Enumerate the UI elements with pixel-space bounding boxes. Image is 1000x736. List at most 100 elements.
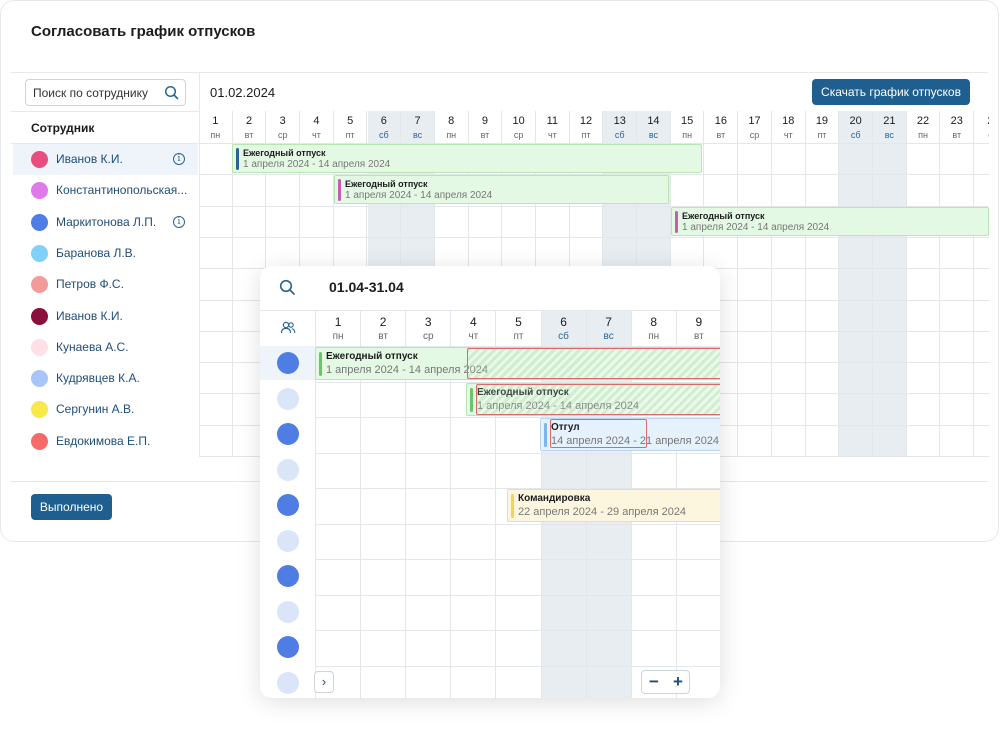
day-number: 11 <box>546 115 559 127</box>
weekday-label: пт <box>345 130 355 140</box>
day-number: 22 <box>916 115 930 127</box>
done-button[interactable]: Выполнено <box>31 494 112 520</box>
row-divider <box>315 523 720 525</box>
employee-name[interactable]: Евдокимова Е.П. <box>56 434 150 448</box>
employee-name[interactable]: Кунаева А.С. <box>56 340 129 354</box>
avatar <box>31 338 48 356</box>
weekday-label: чт <box>547 130 557 140</box>
employee-name[interactable]: Маркитонова Л.П. <box>56 215 156 229</box>
employee-name[interactable]: Кудрявцев К.А. <box>56 371 140 385</box>
vacation-bar[interactable]: Ежегодный отпуск 1 апреля 2024 - 14 апрел… <box>334 175 669 205</box>
bar-accent <box>319 352 322 376</box>
employee-name[interactable]: Сергунин А.В. <box>56 402 134 416</box>
zoom-out-button[interactable]: − <box>642 672 666 692</box>
zoom-control: − + <box>641 670 690 694</box>
row-divider <box>315 452 720 454</box>
employee-row[interactable]: Константинопольская... <box>13 175 198 206</box>
avatar[interactable] <box>277 529 299 552</box>
vacation-bar[interactable]: Ежегодный отпуск 1 апреля 2024 - 14 апрел… <box>232 144 702 173</box>
employee-name[interactable]: Иванов К.И. <box>56 309 123 323</box>
info-icon[interactable]: i <box>173 153 185 165</box>
day-number: 6 <box>380 115 387 127</box>
vacation-bar[interactable]: Ежегодный отпуск 1 апреля 2024 - 14 апрел… <box>671 206 989 236</box>
day-column: 19 пт <box>806 111 840 457</box>
avatar[interactable] <box>277 636 299 658</box>
bar-accent <box>675 210 678 233</box>
employee-row[interactable]: Кудрявцев К.А. <box>13 363 198 394</box>
bar-accent <box>338 179 341 202</box>
weekday-label: чт <box>312 130 321 140</box>
employee-name[interactable]: Баранова Л.В. <box>56 246 136 260</box>
info-icon[interactable]: i <box>173 215 185 228</box>
employee-row[interactable]: Кунаева А.С. <box>13 332 198 363</box>
weekday-label: пн <box>682 130 693 140</box>
avatar[interactable] <box>277 494 299 516</box>
avatar[interactable] <box>277 387 299 410</box>
zoom-in-button[interactable]: + <box>666 672 690 692</box>
avatar <box>31 276 48 294</box>
employee-row[interactable]: Маркитонова Л.П. i <box>13 207 198 238</box>
employee-row[interactable]: Иванов К.И. i <box>13 144 198 175</box>
employee-name[interactable]: Константинопольская... <box>56 183 187 197</box>
conflict-highlight <box>550 419 647 448</box>
day-number: 3 <box>279 115 286 127</box>
day-number: 4 <box>470 315 477 329</box>
avatar[interactable] <box>277 600 299 623</box>
day-number: 10 <box>512 115 525 127</box>
weekday-label: вт <box>378 331 388 342</box>
bar-accent <box>511 494 514 518</box>
day-number: 14 <box>647 115 660 127</box>
day-number: 9 <box>695 315 703 329</box>
bar-range: 1 апреля 2024 - 14 апреля 2024 <box>345 190 493 202</box>
weekday-label: пн <box>918 130 928 140</box>
day-number: 8 <box>448 115 455 127</box>
search-icon[interactable] <box>164 85 179 103</box>
employee-name[interactable]: Иванов К.И. <box>56 152 123 166</box>
day-number: 15 <box>681 115 694 127</box>
avatar[interactable] <box>277 458 299 481</box>
weekday-label: вс <box>603 331 614 342</box>
next-period-button[interactable]: › <box>314 671 334 693</box>
employee-row[interactable]: Иванов К.И. <box>13 301 198 332</box>
weekday-label: пн <box>332 331 344 342</box>
search-icon[interactable] <box>279 279 296 301</box>
day-number: 9 <box>481 115 488 127</box>
row-divider <box>315 559 720 560</box>
conflict-highlight <box>467 348 720 379</box>
day-number: 18 <box>782 115 795 127</box>
weekday-label: вт <box>952 130 962 140</box>
day-number: 4 <box>313 115 320 127</box>
weekday-label: пт <box>817 130 827 140</box>
employee-row[interactable]: Баранова Л.В. <box>13 238 198 269</box>
bar-range: 1 апреля 2024 - 14 апреля 2024 <box>326 364 488 376</box>
weekday-label: сб <box>850 130 861 140</box>
day-number: 5 <box>515 315 522 329</box>
bar-range: 22 апреля 2024 - 29 апреля 2024 <box>518 506 687 518</box>
avatar[interactable] <box>277 565 299 587</box>
weekday-label: вт <box>244 130 254 140</box>
day-number: 12 <box>579 115 593 127</box>
bar-accent <box>236 148 239 170</box>
search-input[interactable]: Поиск по сотруднику <box>25 79 186 106</box>
avatar[interactable] <box>277 352 299 374</box>
day-number: 2 <box>379 315 387 329</box>
avatar <box>31 151 48 168</box>
employee-row[interactable]: Сергунин А.В. <box>13 394 198 425</box>
weekday-label: чт <box>783 130 793 140</box>
bar-range: 1 апреля 2024 - 14 апреля 2024 <box>243 159 391 170</box>
day-number: 2 <box>245 115 253 127</box>
absence-bar[interactable]: Командировка 22 апреля 2024 - 29 апреля 2… <box>507 489 720 522</box>
employee-row[interactable]: Евдокимова Е.П. <box>13 426 198 457</box>
current-date: 01.02.2024 <box>210 85 276 100</box>
avatar[interactable] <box>277 423 299 445</box>
avatar <box>31 244 48 262</box>
users-icon[interactable] <box>280 321 296 339</box>
day-column: 18 чт <box>772 111 806 457</box>
day-number: 19 <box>815 115 829 127</box>
weekday-label: с <box>974 130 989 140</box>
download-schedule-button[interactable]: Скачать график отпусков <box>812 79 970 105</box>
employee-row[interactable]: Петров Ф.С. <box>13 269 198 300</box>
employee-name[interactable]: Петров Ф.С. <box>56 277 124 291</box>
avatar[interactable] <box>277 671 299 694</box>
day-number: 20 <box>849 115 862 127</box>
